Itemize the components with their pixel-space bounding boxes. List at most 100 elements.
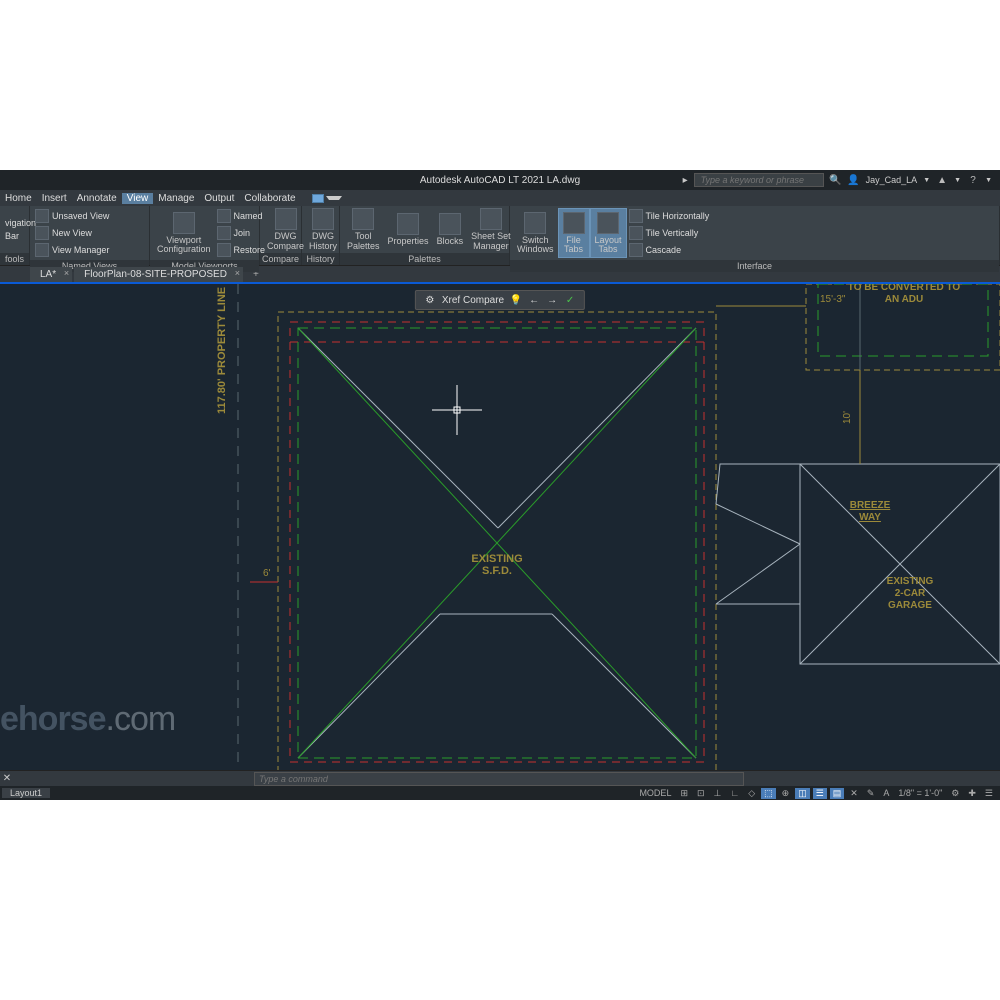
panel-title-palettes: Palettes [340,253,509,265]
panel-title-interface: Interface [510,260,999,272]
file-tab[interactable]: LA*× [30,267,72,282]
label-adu: TO BE CONVERTED TO [848,284,961,293]
unsaved-view-dropdown[interactable]: Unsaved View [33,208,146,224]
label-property-line: 117.80' PROPERTY LINE [216,287,228,414]
tool-palettes-icon [352,208,374,230]
status-annomonitor-icon[interactable]: ✕ [847,788,861,799]
status-annovisibility-icon[interactable]: A [880,788,892,798]
status-transparency-icon[interactable]: ◫ [795,788,810,799]
menu-collaborate[interactable]: Collaborate [239,193,300,204]
xref-compare-label: Xref Compare [442,295,504,306]
properties-icon [397,213,419,235]
status-bar: Layout1 MODEL ⊞ ⊡ ⊥ ∟ ◇ ⬚ ⊕ ◫ ☰ ▤ ✕ ✎ A … [0,786,1000,800]
drawing-canvas[interactable]: 117.80' PROPERTY LINE EXISTING S.F.D. BR… [0,284,1000,770]
menubar: Home Insert Annotate View Manage Output … [0,190,1000,206]
close-tab-icon[interactable]: × [235,268,240,278]
status-qp-icon[interactable]: ☰ [813,788,827,799]
restore-icon [217,243,231,257]
named-icon [217,209,231,223]
command-input[interactable] [255,773,743,785]
label-garage: EXISTING [887,576,934,587]
dropdown-icon[interactable]: ▼ [954,177,961,184]
user-name[interactable]: Jay_Cad_LA [866,175,918,185]
view-manager-button[interactable]: View Manager [33,242,146,258]
tile-vertically-button[interactable]: Tile Vertically [627,225,712,241]
menu-manage[interactable]: Manage [153,193,199,204]
dwg-history-icon [312,208,334,230]
gear-icon[interactable]: ⚙ [424,294,436,306]
cmdline-close-icon[interactable]: ✕ [0,773,14,784]
file-tab[interactable]: FloorPlan-08-SITE-PROPOSED× [74,267,243,282]
status-ortho-icon[interactable]: ⊥ [711,788,725,799]
autodesk-app-icon[interactable]: ▲ [936,174,948,186]
svg-text:AN ADU: AN ADU [885,294,924,305]
join-icon [217,226,231,240]
user-signin-icon[interactable]: 👤 [848,174,860,186]
status-annoscale-icon[interactable]: ✎ [864,788,878,799]
search-icon[interactable]: 🔍 [830,174,842,186]
titlebar: Autodesk AutoCAD LT 2021 LA.dwg ▸ 🔍 👤 Ja… [0,170,1000,190]
menu-output[interactable]: Output [199,193,239,204]
status-osnap-icon[interactable]: ◇ [745,788,758,799]
view-manager-icon [35,243,49,257]
check-icon[interactable]: ✓ [564,294,576,306]
command-input-wrapper[interactable] [254,772,744,786]
layout-tabs-button[interactable]: Layout Tabs [590,208,627,258]
switch-windows-button[interactable]: Switch Windows [513,208,558,258]
new-view-icon [35,226,49,240]
label-existing-sfd: EXISTING [471,553,522,565]
command-line: ✕ [0,770,1000,786]
svg-text:GARAGE: GARAGE [888,600,932,611]
properties-button[interactable]: Properties [384,208,433,251]
panel-title-history: History [302,253,339,265]
panel-title-tools: fools [0,253,29,265]
status-polar-icon[interactable]: ∟ [727,788,742,798]
view-icon [35,209,49,223]
dim-10: 10' [842,411,853,424]
status-snap-icon[interactable]: ⊡ [694,788,708,799]
status-plus-icon[interactable]: ✚ [965,788,979,799]
menu-home[interactable]: Home [0,193,37,204]
dwg-history-button[interactable]: DWG History [305,208,341,251]
tile-v-icon [629,226,643,240]
layout-tab[interactable]: Layout1 [2,788,50,798]
tool-palettes-button[interactable]: Tool Palettes [343,208,384,251]
blocks-button[interactable]: Blocks [433,208,468,251]
lightbulb-icon[interactable]: 💡 [510,294,522,306]
status-otrack-icon[interactable]: ⬚ [761,788,776,799]
svg-text:WAY: WAY [859,512,881,523]
tile-horizontally-button[interactable]: Tile Horizontally [627,208,712,224]
status-cycling-icon[interactable]: ▤ [830,788,845,799]
dropdown-icon[interactable]: ▼ [985,177,992,184]
dim-15-3: 15'-3" [820,294,846,305]
next-arrow-icon[interactable]: → [546,294,558,306]
new-view-button[interactable]: New View [33,225,146,241]
model-button[interactable]: MODEL [636,788,674,798]
status-lwt-icon[interactable]: ⊕ [779,788,793,799]
sheet-set-button[interactable]: Sheet Set Manager [467,208,515,251]
status-customize-icon[interactable]: ☰ [982,788,996,799]
viewport-config-button[interactable]: Viewport Configuration [153,208,215,258]
cascade-button[interactable]: Cascade [627,242,712,258]
search-input[interactable] [694,173,824,187]
user-dropdown-icon[interactable]: ▼ [923,177,930,184]
menu-annotate[interactable]: Annotate [72,193,122,204]
viewport-icon [173,212,195,234]
close-tab-icon[interactable]: × [64,268,69,278]
cascade-icon [629,243,643,257]
sheet-set-icon [480,208,502,230]
status-gear-icon[interactable]: ⚙ [948,788,962,799]
ribbon-expand-button[interactable] [307,194,347,203]
help-icon[interactable]: ? [967,174,979,186]
menu-view[interactable]: View [122,193,154,204]
xref-compare-toolbar[interactable]: ⚙ Xref Compare 💡 ← → ✓ [415,290,585,310]
prev-arrow-icon[interactable]: ← [528,294,540,306]
menu-insert[interactable]: Insert [37,193,72,204]
switch-windows-icon [524,212,546,234]
svg-text:S.F.D.: S.F.D. [482,565,512,577]
status-grid-icon[interactable]: ⊞ [677,788,691,799]
label-breezeway: BREEZE [850,500,891,511]
scale-display[interactable]: 1/8" = 1'-0" [895,788,945,798]
autocad-app: Autodesk AutoCAD LT 2021 LA.dwg ▸ 🔍 👤 Ja… [0,170,1000,800]
file-tabs-button[interactable]: File Tabs [558,208,590,258]
